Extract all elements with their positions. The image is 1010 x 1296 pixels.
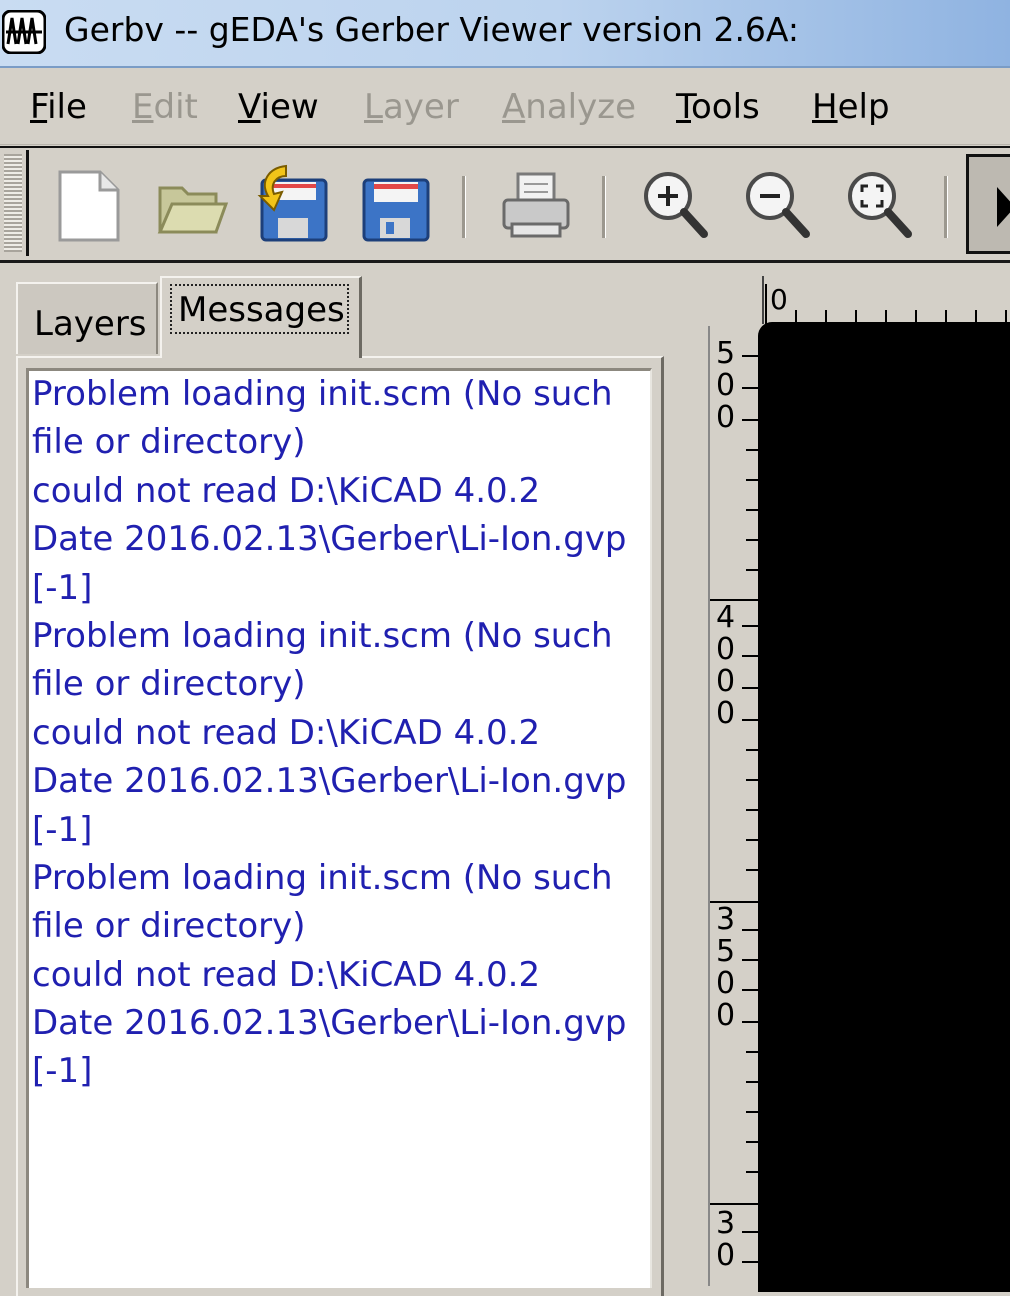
print-button[interactable] xyxy=(494,162,578,246)
toolbar-separator xyxy=(462,176,466,238)
message-line: file or directory) xyxy=(32,422,306,463)
message-line: Date 2016.02.13\Gerber\Li-Ion.gvp xyxy=(32,761,627,802)
toolbar xyxy=(0,146,1010,263)
vertical-ruler-label: 3500 xyxy=(716,902,736,1033)
message-line: could not read D:\KiCAD 4.0.2 xyxy=(32,954,541,995)
message-line: [-1] xyxy=(32,1051,93,1092)
tab-layers-label: Layers xyxy=(34,304,147,344)
horizontal-ruler: 0 xyxy=(762,276,1010,324)
toolbar-grip[interactable] xyxy=(4,154,22,252)
vertical-ruler-ticks xyxy=(710,355,762,1263)
open-button[interactable] xyxy=(150,162,234,246)
revert-icon xyxy=(257,164,328,242)
open-folder-icon xyxy=(157,186,229,234)
vertical-ruler-label: 500 xyxy=(716,336,736,435)
vertical-ruler-label: 4000 xyxy=(716,600,736,731)
zoom-out-icon xyxy=(746,172,810,238)
message-line: could not read D:\KiCAD 4.0.2 xyxy=(32,712,541,753)
message-line: Problem loading init.scm (No such xyxy=(32,615,613,656)
menu-view[interactable]: View xyxy=(238,87,319,127)
toolbar-more-button[interactable] xyxy=(966,154,1010,254)
tab-layers[interactable]: Layers xyxy=(16,282,158,354)
toolbar-separator xyxy=(602,176,606,238)
menu-analyze[interactable]: Analyze xyxy=(502,87,636,127)
horizontal-ruler-ticks xyxy=(765,284,1007,324)
vertical-ruler: 500 4000 3500 30 xyxy=(708,326,762,1286)
print-icon xyxy=(502,172,570,238)
message-line: [-1] xyxy=(32,567,93,608)
zoom-in-button[interactable] xyxy=(634,162,718,246)
menu-layer[interactable]: Layer xyxy=(364,87,459,127)
message-line: Problem loading init.scm (No such xyxy=(32,374,613,414)
tab-messages-label: Messages xyxy=(170,284,349,334)
title-bar: Gerbv -- gEDA's Gerber Viewer version 2.… xyxy=(0,0,1010,68)
play-icon xyxy=(997,187,1010,227)
message-line: Problem loading init.scm (No such xyxy=(32,857,613,898)
save-icon xyxy=(362,178,430,242)
menu-tools[interactable]: Tools xyxy=(676,87,760,127)
message-line: [-1] xyxy=(32,809,93,850)
vertical-ruler-label: 30 xyxy=(716,1206,736,1273)
zoom-fit-button[interactable] xyxy=(838,162,922,246)
window-title: Gerbv -- gEDA's Gerber Viewer version 2.… xyxy=(64,10,800,49)
message-line: file or directory) xyxy=(32,906,306,947)
message-line: could not read D:\KiCAD 4.0.2 xyxy=(32,470,541,511)
toolbar-separator xyxy=(944,176,948,238)
menu-file[interactable]: File xyxy=(30,87,87,127)
menu-help[interactable]: Help xyxy=(812,87,890,127)
zoom-out-button[interactable] xyxy=(736,162,820,246)
drawing-canvas[interactable] xyxy=(758,322,1010,1292)
zoom-in-icon xyxy=(644,172,708,238)
new-project-button[interactable] xyxy=(46,162,130,246)
menu-bar: File Edit View Layer Analyze Tools Help xyxy=(0,68,1010,145)
new-project-icon xyxy=(58,170,120,242)
message-line: Date 2016.02.13\Gerber\Li-Ion.gvp xyxy=(32,519,627,560)
save-button[interactable] xyxy=(354,162,438,246)
message-log: Problem loading init.scm (No such file o… xyxy=(32,370,652,1096)
revert-button[interactable] xyxy=(252,162,336,246)
horizontal-ruler-label: 0 xyxy=(770,283,788,316)
message-line: file or directory) xyxy=(32,664,306,705)
tab-messages[interactable]: Messages xyxy=(160,276,362,358)
zoom-fit-icon xyxy=(848,172,912,238)
gerbv-app-icon xyxy=(2,10,46,54)
toolbar-divider xyxy=(26,150,29,256)
message-line: Date 2016.02.13\Gerber\Li-Ion.gvp xyxy=(32,1003,627,1044)
menu-edit[interactable]: Edit xyxy=(132,87,198,127)
